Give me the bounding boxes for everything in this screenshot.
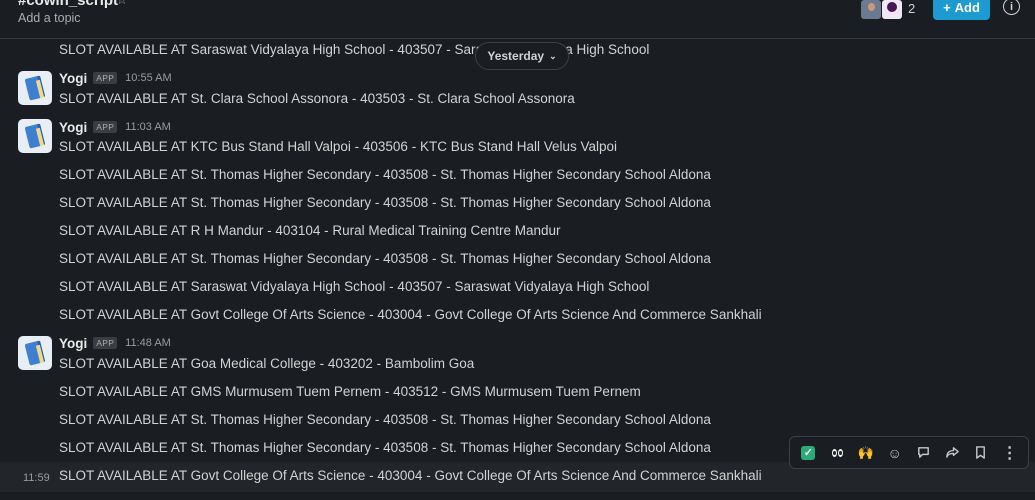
message-timestamp[interactable]: 11:03 AM <box>125 121 171 133</box>
share-icon[interactable] <box>940 441 964 465</box>
raised-hands-reaction-icon[interactable]: 🙌 <box>854 441 878 465</box>
message-text: SLOT AVAILABLE AT GMS Murmusem Tuem Pern… <box>59 384 641 399</box>
message-timestamp[interactable]: 11:48 AM <box>125 337 171 349</box>
message-header: Yogi APP 10:55 AM <box>59 70 172 86</box>
app-badge: APP <box>93 121 118 133</box>
more-actions-icon[interactable]: ⋮ <box>998 441 1022 465</box>
message-text: SLOT AVAILABLE AT Goa Medical College - … <box>59 356 475 371</box>
add-reaction-icon[interactable]: ☺ <box>883 441 907 465</box>
avatar <box>861 0 881 19</box>
member-count[interactable]: 2 <box>908 1 915 16</box>
message-text: SLOT AVAILABLE AT Saraswat Vidyalaya Hig… <box>59 279 650 294</box>
message-header: Yogi APP 11:48 AM <box>59 335 171 351</box>
chevron-down-icon: ⌄ <box>549 50 557 61</box>
message-text: SLOT AVAILABLE AT St. Thomas Higher Seco… <box>59 251 711 266</box>
eyes-reaction-icon[interactable] <box>825 441 849 465</box>
bookmark-icon[interactable] <box>969 441 993 465</box>
message-header: Yogi APP 11:03 AM <box>59 119 171 135</box>
avatar[interactable] <box>18 336 52 370</box>
date-divider-label: Yesterday <box>487 49 545 63</box>
sender-name[interactable]: Yogi <box>59 71 87 86</box>
info-icon[interactable]: i <box>1003 0 1020 15</box>
message-actions-toolbar: ✓ 🙌 ☺ ⋮ <box>789 436 1029 469</box>
sender-name[interactable]: Yogi <box>59 120 87 135</box>
message-text: SLOT AVAILABLE AT St. Thomas Higher Seco… <box>59 167 711 182</box>
add-button[interactable]: + Add <box>933 0 990 20</box>
avatar[interactable] <box>18 119 52 153</box>
message-text: SLOT AVAILABLE AT R H Mandur - 403104 - … <box>59 223 561 238</box>
channel-header: #cowin_script ☆ Add a topic 2 + Add i <box>0 0 1035 39</box>
message-text: SLOT AVAILABLE AT Govt College Of Arts S… <box>59 307 762 322</box>
message-text: SLOT AVAILABLE AT St. Clara School Asson… <box>59 91 575 106</box>
avatar[interactable] <box>18 71 52 105</box>
plus-icon: + <box>943 0 951 15</box>
message-text: SLOT AVAILABLE AT St. Thomas Higher Seco… <box>59 440 711 455</box>
reply-in-thread-icon[interactable] <box>911 441 935 465</box>
member-avatars[interactable] <box>861 0 903 19</box>
channel-name[interactable]: #cowin_script <box>18 0 118 9</box>
star-icon[interactable]: ☆ <box>116 0 128 8</box>
add-topic-link[interactable]: Add a topic <box>18 11 81 25</box>
message-timestamp[interactable]: 10:55 AM <box>125 72 171 84</box>
add-button-label: Add <box>954 0 980 15</box>
message-text: SLOT AVAILABLE AT Govt College Of Arts S… <box>59 468 762 483</box>
date-divider-button[interactable]: Yesterday ⌄ <box>475 42 569 70</box>
check-mark-reaction-icon[interactable]: ✓ <box>796 441 820 465</box>
message-text: SLOT AVAILABLE AT KTC Bus Stand Hall Val… <box>59 139 618 154</box>
sender-name[interactable]: Yogi <box>59 336 87 351</box>
message-timestamp[interactable]: 11:59 <box>23 472 50 484</box>
message-text: SLOT AVAILABLE AT St. Thomas Higher Seco… <box>59 412 711 427</box>
avatar <box>882 0 902 19</box>
app-badge: APP <box>93 337 118 349</box>
message-text: SLOT AVAILABLE AT St. Thomas Higher Seco… <box>59 195 711 210</box>
app-badge: APP <box>93 72 118 84</box>
